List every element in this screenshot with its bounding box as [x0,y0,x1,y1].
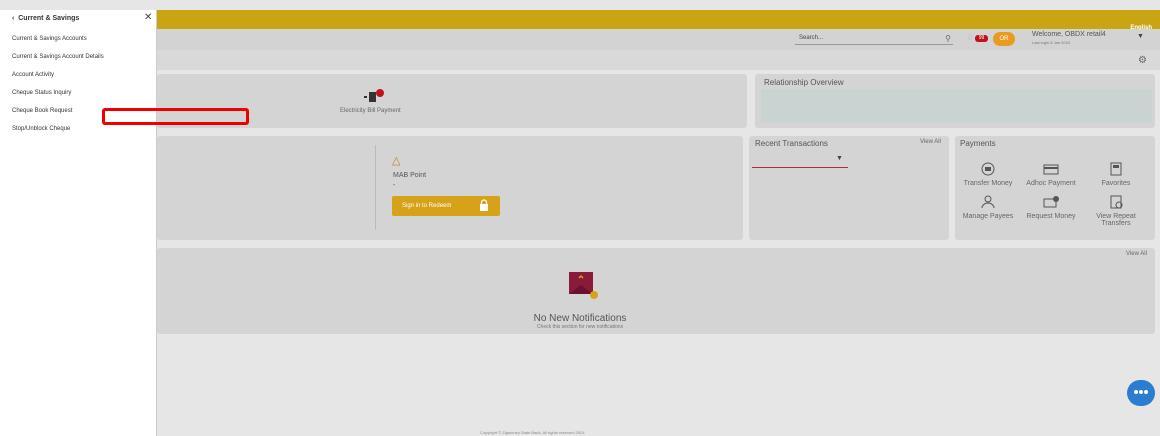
recent-transactions-view-all[interactable]: View All [920,139,941,145]
favorites-icon [1110,162,1122,176]
notification-badge: 99 [975,35,988,42]
payment-item-label: Transfer Money [963,180,1013,187]
gear-icon[interactable]: ⚙ [1138,55,1147,66]
electricity-bill-link[interactable]: Electricity Bill Payment [340,108,401,114]
account-dropdown[interactable] [752,167,848,168]
relationship-overview-title: Relationship Overview [764,78,844,87]
chat-button[interactable] [1127,380,1155,406]
payment-item[interactable]: View Repeat Transfers [1083,195,1149,227]
divider [375,145,376,230]
transfer-money-icon [981,162,995,176]
no-notifications-subtitle: Check this section for new notifications [536,324,624,330]
user-menu-caret-icon[interactable]: ▼ [1137,33,1144,40]
chat-dot [1139,390,1143,394]
payment-item-label: Manage Payees [962,213,1014,220]
recent-transactions-card [749,136,949,240]
rewards-card [157,136,743,240]
payment-item[interactable]: Favorites [1083,162,1149,187]
drawer-item[interactable]: Account Activity [12,72,54,78]
drawer-item[interactable]: Cheque Book Request [12,108,72,114]
manage-payees-icon [981,195,995,209]
repeat-transfers-icon [1110,195,1123,209]
footer-copyright: Copyright © Zigmoney State Bank. All rig… [480,430,585,435]
last-login-text: Last login 8 Jan 2024 [1032,40,1071,45]
mab-icon: △ [392,155,401,167]
dashboard-page: English Search... ⚲ ♢ 99 OR Welcome, OBD… [0,0,1160,436]
chat-dot [1134,390,1138,394]
notifications-view-all[interactable]: View All [1126,251,1147,257]
drawer-title: Current & Savings [18,15,80,22]
drawer-item[interactable]: Current & Savings Account Details [12,54,104,60]
drawer-item[interactable]: Current & Savings Accounts [12,36,87,42]
chat-dot [1144,390,1148,394]
lock-icon [480,199,488,211]
close-icon[interactable]: ✕ [144,12,152,23]
mab-point-value: - [393,182,396,189]
adhoc-payment-icon [1043,164,1059,175]
payment-item[interactable]: Request Money [1018,195,1084,220]
bell-icon[interactable]: ♢ [966,32,974,43]
relationship-overview-content [761,89,1152,123]
payment-item[interactable]: Adhoc Payment [1018,162,1084,187]
search-input[interactable]: Search... ⚲ [795,33,953,45]
electricity-bill-icon [364,89,384,102]
sub-header [0,50,1160,70]
welcome-text: Welcome, OBDX retail4 [1032,31,1106,38]
no-notifications-title: No New Notifications [533,313,627,324]
payment-item-label: View Repeat Transfers [1096,213,1136,227]
drawer-item[interactable]: Stop/Unblock Cheque [12,126,70,132]
payment-item-label: Request Money [1026,213,1076,220]
payment-item-label: Adhoc Payment [1026,180,1076,187]
avatar[interactable]: OR [993,32,1015,46]
account-dropdown-caret-icon[interactable]: ▼ [836,155,843,162]
top-brand-bar: English [0,10,1160,31]
mab-point-label: MAB Point [393,172,427,179]
drawer-item[interactable]: Cheque Status Inquiry [12,90,71,96]
payments-title: Payments [960,139,996,148]
drawer-back-title[interactable]: ‹ Current & Savings [12,15,79,22]
highlight-box [102,108,249,125]
search-placeholder: Search... [799,35,824,41]
side-drawer: ‹ Current & Savings ✕ Current & Savings … [0,10,157,436]
notification-envelope-icon [569,272,598,299]
payment-item-label: Favorites [1101,180,1131,187]
request-money-icon [1043,196,1059,208]
recent-transactions-title: Recent Transactions [755,139,828,148]
payment-item[interactable]: Transfer Money [955,162,1021,187]
payment-item[interactable]: Manage Payees [955,195,1021,220]
redeem-label: Sign in to Redeem [402,203,452,209]
redeem-button[interactable]: Sign in to Redeem [392,196,500,216]
search-icon[interactable]: ⚲ [945,33,951,44]
